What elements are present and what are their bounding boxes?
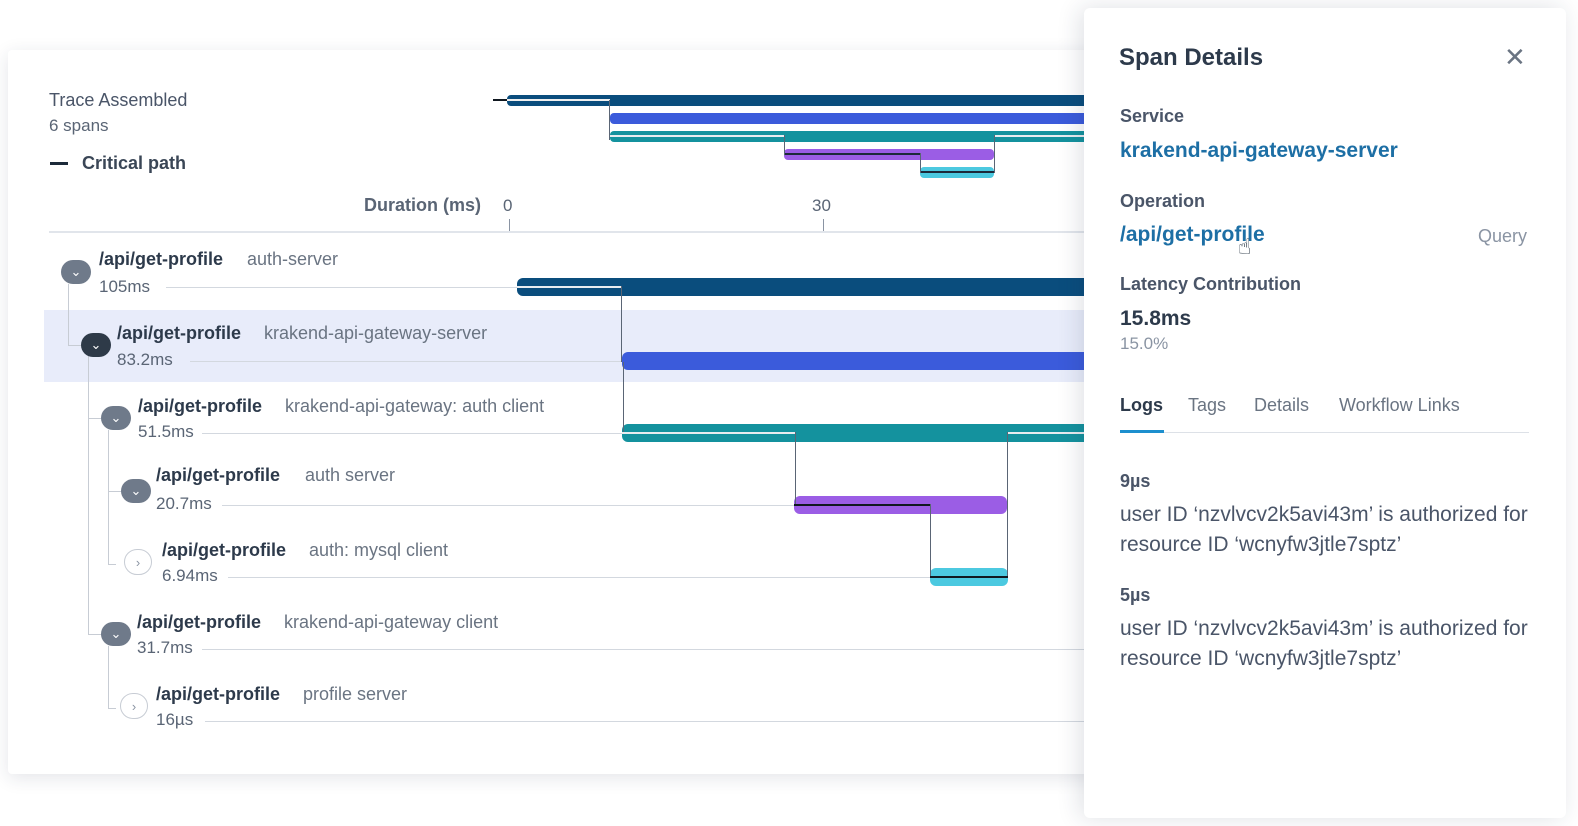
trace-title: Trace Assembled — [49, 90, 188, 110]
tab-workflow-links[interactable]: Workflow Links — [1339, 395, 1460, 416]
chevron-down-icon[interactable]: ⌄ — [81, 333, 111, 357]
chevron-down-icon[interactable]: ⌄ — [101, 622, 131, 646]
axis-tick — [823, 219, 824, 231]
query-link[interactable]: Query — [1478, 226, 1527, 247]
minimap-cp-segment — [493, 99, 507, 101]
critical-path-edge — [623, 362, 624, 432]
minimap-cp-edge — [784, 135, 785, 155]
service-link[interactable]: krakend-api-gateway-server — [1120, 139, 1398, 163]
span-operation: /api/get-profile — [138, 396, 263, 416]
duration-guide — [202, 649, 1097, 650]
minimap-cp-1 — [507, 99, 610, 101]
tree-connector — [108, 491, 122, 492]
duration-guide — [205, 721, 1097, 722]
chevron-down-icon[interactable]: ⌄ — [121, 479, 151, 503]
critical-path-edge — [930, 504, 931, 576]
tabs-divider — [1120, 432, 1529, 433]
span-service: profile server — [303, 684, 408, 704]
tab-tags[interactable]: Tags — [1188, 395, 1226, 416]
axis-line — [49, 231, 1089, 233]
axis-title: Duration (ms) — [364, 195, 481, 215]
log-message: user ID ‘nzvlvcv2k5avi43m’ is authorized… — [1120, 503, 1528, 556]
span-service: krakend-api-gateway client — [284, 612, 499, 632]
critical-path-segment — [622, 432, 795, 434]
tree-connector — [108, 646, 109, 708]
tree-connector — [88, 634, 102, 635]
tree-connector — [68, 284, 69, 346]
tree-connector — [68, 345, 82, 346]
span-duration: 16µs — [156, 710, 194, 729]
span-count: 6 spans — [49, 116, 109, 135]
service-label: Service — [1120, 106, 1185, 126]
chevron-down-icon[interactable]: ⌄ — [61, 260, 91, 284]
hand-pointer-icon: ☝ — [1238, 234, 1252, 259]
tree-connector — [108, 564, 116, 565]
tab-details[interactable]: Details — [1254, 395, 1309, 416]
span-service: auth server — [305, 465, 396, 485]
tree-connector — [108, 708, 116, 709]
duration-guide — [166, 287, 518, 288]
critical-path-label: Critical path — [82, 153, 187, 173]
duration-guide — [228, 577, 930, 578]
trace-timeline-card: Trace Assembled 6 spans Critical path Du… — [8, 50, 1108, 774]
critical-path-legend-icon — [50, 162, 68, 165]
span-details-panel: Span Details ✕ Service krakend-api-gatew… — [1084, 8, 1566, 818]
span-service: auth-server — [247, 249, 339, 269]
minimap-bar-2 — [610, 113, 1107, 124]
log-message: user ID ‘nzvlvcv2k5avi43m’ is authorized… — [1120, 617, 1528, 670]
tab-logs[interactable]: Logs — [1120, 395, 1163, 416]
span-operation: /api/get-profile — [156, 684, 281, 704]
axis-tick — [509, 219, 510, 231]
minimap-cp-edge — [994, 135, 995, 173]
critical-path-edge — [795, 432, 796, 504]
span-operation: /api/get-profile — [156, 465, 281, 485]
critical-path-edge — [1007, 432, 1008, 576]
tree-connector — [88, 418, 102, 419]
latency-label: Latency Contribution — [1120, 274, 1301, 294]
tree-connector — [108, 430, 109, 564]
log-timestamp: 9µs — [1120, 471, 1151, 491]
chevron-right-icon[interactable]: › — [124, 549, 152, 575]
close-icon[interactable]: ✕ — [1504, 44, 1526, 70]
operation-label: Operation — [1120, 191, 1206, 211]
tree-connector — [88, 356, 89, 634]
span-operation: /api/get-profile — [162, 540, 287, 560]
span-service: krakend-api-gateway-server — [264, 323, 488, 343]
latency-value: 15.8ms — [1120, 307, 1192, 330]
span-duration: 31.7ms — [137, 638, 193, 657]
duration-guide — [202, 433, 622, 434]
critical-path-edge — [621, 286, 622, 362]
minimap-cp-4 — [784, 153, 920, 155]
axis-tick-label: 30 — [812, 196, 831, 215]
axis-tick-label: 0 — [503, 196, 513, 215]
span-operation: /api/get-profile — [99, 249, 224, 269]
minimap-cp-edge — [920, 153, 921, 173]
selected-row-highlight — [44, 310, 1094, 382]
span-duration: 105ms — [99, 277, 151, 296]
span-bar[interactable] — [622, 352, 1097, 370]
critical-path-segment — [794, 504, 930, 506]
duration-guide — [222, 505, 794, 506]
minimap-cp-5 — [920, 171, 994, 173]
span-operation: /api/get-profile — [137, 612, 262, 632]
latency-percent: 15.0% — [1120, 334, 1169, 353]
duration-guide — [190, 361, 622, 362]
span-service: auth: mysql client — [309, 540, 449, 560]
minimap-cp-edge — [609, 100, 610, 140]
panel-title: Span Details — [1119, 44, 1264, 71]
chevron-down-icon[interactable]: ⌄ — [101, 406, 131, 430]
span-service: krakend-api-gateway: auth client — [285, 396, 545, 416]
span-duration: 6.94ms — [162, 566, 218, 585]
log-timestamp: 5µs — [1120, 585, 1151, 605]
chevron-right-icon[interactable]: › — [120, 693, 148, 719]
span-operation: /api/get-profile — [117, 323, 242, 343]
span-duration: 83.2ms — [117, 350, 173, 369]
span-duration: 20.7ms — [156, 494, 212, 513]
critical-path-segment — [930, 576, 1008, 578]
span-duration: 51.5ms — [138, 422, 194, 441]
active-tab-indicator — [1120, 430, 1164, 433]
critical-path-segment — [517, 286, 621, 288]
minimap-cp-3a — [610, 135, 784, 137]
